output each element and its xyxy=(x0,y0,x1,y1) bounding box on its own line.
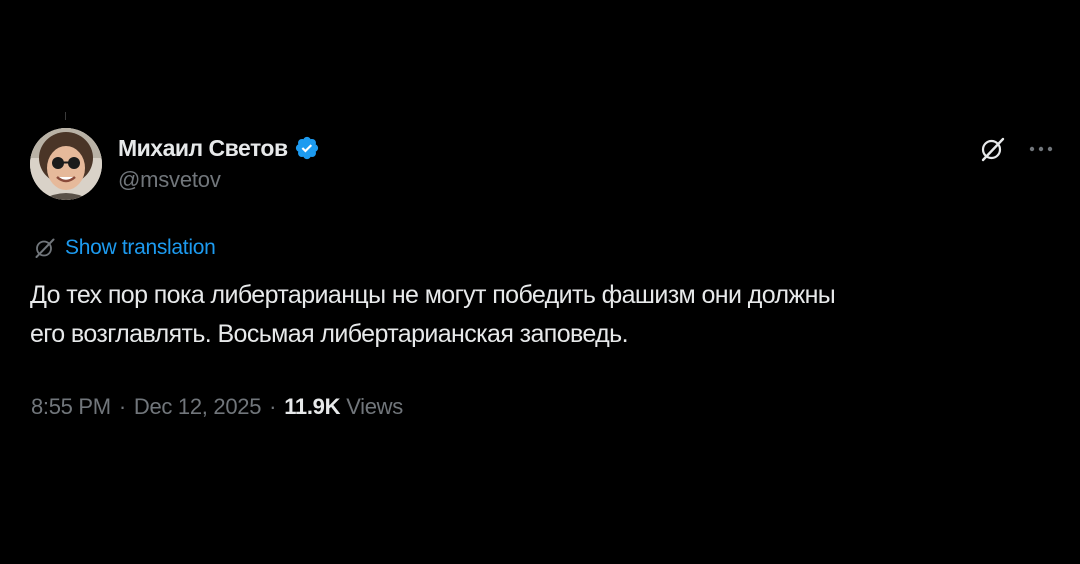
user-avatar-photo-icon xyxy=(30,128,102,200)
grok-icon xyxy=(981,137,1005,162)
tweet-header: Михаил Светов @msvetov xyxy=(30,128,1060,204)
show-translation-link[interactable]: Show translation xyxy=(33,236,216,260)
tweet-text-line-1: До тех пор пока либертарианцы не могут п… xyxy=(30,281,836,309)
grok-button[interactable] xyxy=(976,132,1010,166)
author-name-row: Михаил Светов xyxy=(118,133,320,163)
tweet-time[interactable]: 8:55 PM xyxy=(31,394,111,420)
tweet-meta: 8:55 PM · Dec 12, 2025 · 11.9K Views xyxy=(31,394,403,420)
avatar[interactable] xyxy=(30,128,102,200)
tweet-text-line-2: его возглавлять. Восьмая либертарианская… xyxy=(30,320,629,348)
show-translation-label[interactable]: Show translation xyxy=(65,236,216,260)
tweet-text: До тех пор пока либертарианцы не могут п… xyxy=(30,276,1065,354)
top-divider-tick xyxy=(65,112,66,120)
views-label[interactable]: Views xyxy=(346,394,403,420)
author-handle[interactable]: @msvetov xyxy=(118,167,320,193)
more-options-button[interactable] xyxy=(1024,132,1058,166)
verified-badge-icon[interactable] xyxy=(294,135,320,161)
tweet-date[interactable]: Dec 12, 2025 xyxy=(134,394,262,420)
meta-separator: · xyxy=(118,394,126,419)
more-options-icon xyxy=(1029,146,1053,152)
author-display-name[interactable]: Михаил Светов xyxy=(118,135,288,162)
meta-separator: · xyxy=(269,394,277,419)
views-count[interactable]: 11.9K xyxy=(284,394,340,420)
author-info: Михаил Светов @msvetov xyxy=(118,133,320,193)
translate-icon xyxy=(35,238,55,258)
tweet-card: Михаил Светов @msvetov Show translation … xyxy=(30,128,1060,419)
